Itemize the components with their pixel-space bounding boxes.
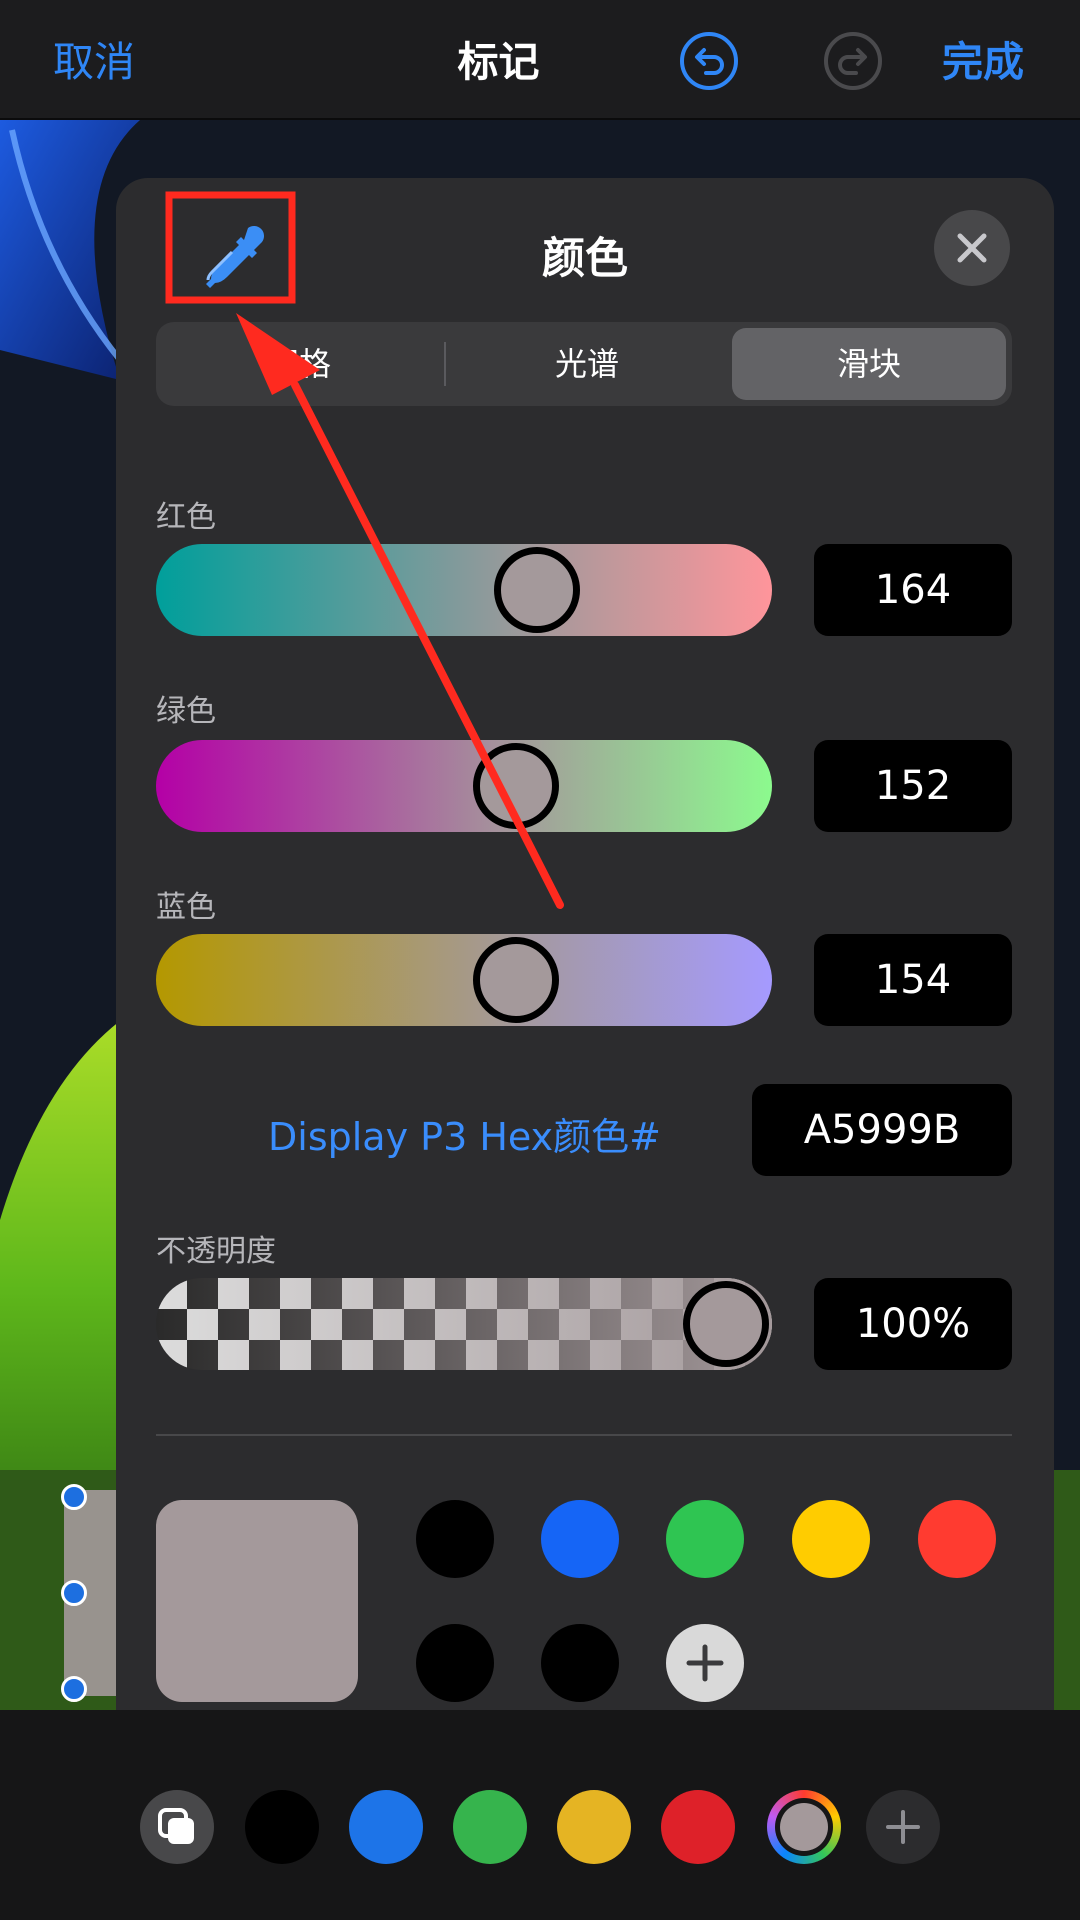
toolbar-color-blue[interactable] [349,1790,423,1864]
selection-handle[interactable] [61,1676,87,1702]
layers-icon [158,1808,194,1844]
blue-value-field[interactable]: 154 [814,934,1012,1026]
tab-spectrum[interactable]: 光谱 [450,328,724,400]
plus-icon [886,1810,920,1844]
toolbar-color-yellow[interactable] [557,1790,631,1864]
opacity-slider-label: 不透明度 [156,1234,276,1269]
plus-icon [686,1644,724,1682]
layers-button[interactable] [140,1790,214,1864]
green-slider-thumb[interactable] [473,743,559,829]
opacity-slider[interactable] [156,1278,772,1370]
toolbar-color-red[interactable] [661,1790,735,1864]
red-slider[interactable] [156,544,772,636]
opacity-value-field[interactable]: 100% [814,1278,1012,1370]
toolbar-color-black[interactable] [245,1790,319,1864]
swatch-black[interactable] [416,1500,494,1578]
tab-grid[interactable]: 网格 [162,328,436,400]
blue-slider-thumb[interactable] [473,937,559,1023]
opacity-slider-thumb[interactable] [683,1281,769,1367]
swatch-green[interactable] [666,1500,744,1578]
cancel-button[interactable]: 取消 [53,28,135,88]
red-slider-label: 红色 [156,500,216,535]
undo-icon[interactable] [678,30,740,92]
redo-icon[interactable] [822,30,884,92]
top-nav-bar: 取消 标记 完成 [0,0,1080,120]
green-value-field[interactable]: 152 [814,740,1012,832]
opacity-gradient [156,1278,772,1370]
green-slider[interactable] [156,740,772,832]
swatch-black[interactable] [541,1624,619,1702]
swatch-yellow[interactable] [792,1500,870,1578]
red-value-field[interactable]: 164 [814,544,1012,636]
close-button[interactable] [934,210,1010,286]
segment-divider [444,342,446,386]
swatch-blue[interactable] [541,1500,619,1578]
page-title: 标记 [457,38,540,86]
done-button[interactable]: 完成 [942,28,1024,88]
blue-slider[interactable] [156,934,772,1026]
swatch-black[interactable] [416,1624,494,1702]
swatch-red[interactable] [918,1500,996,1578]
green-slider-label: 绿色 [156,694,216,729]
hex-value-field[interactable]: A5999B [752,1084,1012,1176]
hex-color-label[interactable]: Display P3 Hex颜色# [268,1106,661,1161]
selection-handle[interactable] [61,1580,87,1606]
add-tool-button[interactable] [866,1790,940,1864]
red-slider-thumb[interactable] [494,547,580,633]
color-picker-button[interactable] [767,1790,841,1864]
tab-sliders[interactable]: 滑块 [732,328,1006,400]
toolbar-color-green[interactable] [453,1790,527,1864]
current-color-dot [780,1803,828,1851]
eyedropper-icon[interactable] [192,218,272,298]
color-picker-panel: 颜色 网格 光谱 滑块 红色 164 绿色 152 蓝色 154 Display… [116,178,1054,1744]
add-swatch-button[interactable] [666,1624,744,1702]
blue-slider-label: 蓝色 [156,890,216,925]
selection-handle[interactable] [61,1484,87,1510]
mode-segmented-control: 网格 光谱 滑块 [156,322,1012,406]
close-icon [957,233,987,263]
divider [156,1434,1012,1436]
current-color-preview [156,1500,358,1702]
